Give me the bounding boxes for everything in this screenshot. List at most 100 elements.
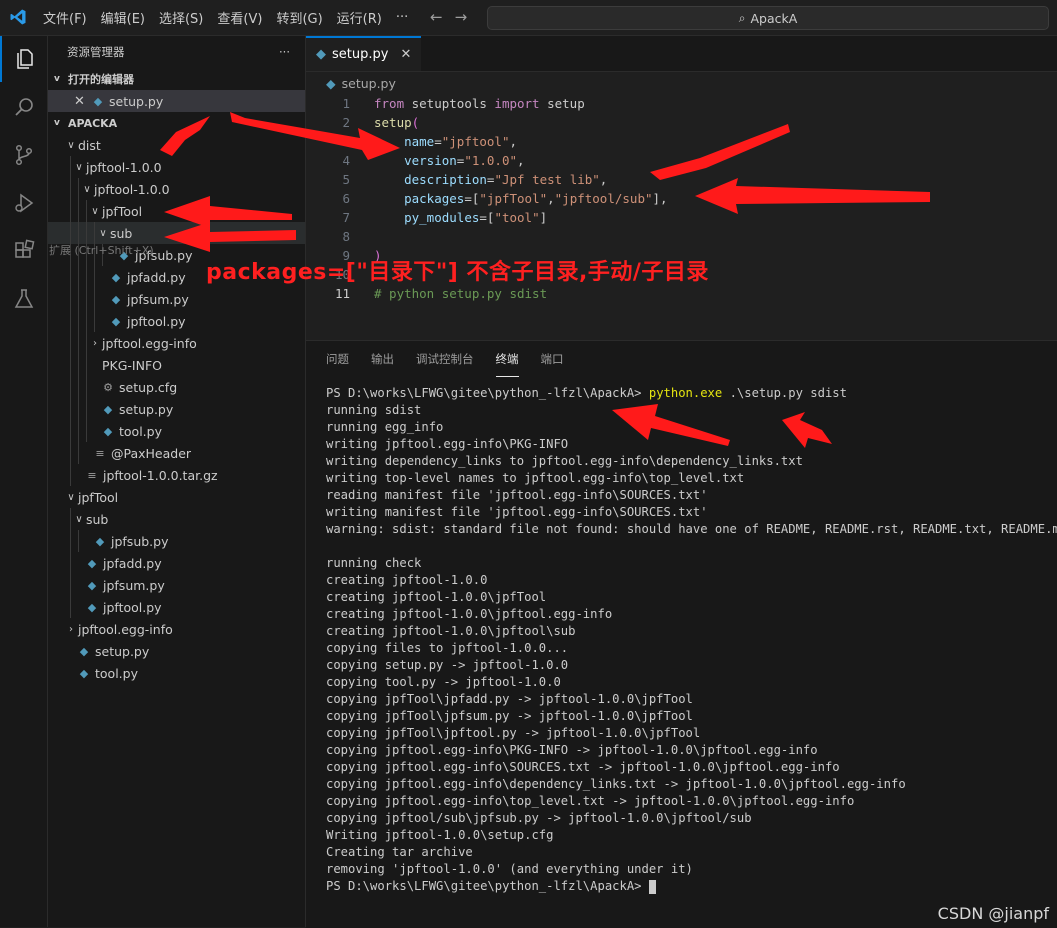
tree-item[interactable]: ∨ sub (48, 222, 305, 244)
tree-item[interactable]: ∨ jpfTool (48, 200, 305, 222)
terminal[interactable]: PS D:\works\LFWG\gitee\python_-lfzl\Apac… (326, 385, 1057, 895)
tree-item-label: @PaxHeader (111, 445, 192, 461)
tree-item[interactable]: ◆ jpftool.py (48, 596, 305, 618)
tree-item-label: jpfadd.py (103, 555, 162, 571)
more-actions-icon[interactable]: ··· (279, 45, 290, 59)
indent-guide (70, 266, 71, 288)
code-token: "jpftool/sub" (554, 191, 653, 206)
source-control-icon[interactable] (0, 132, 47, 178)
editor-tabs: ◆ setup.py ✕ (306, 36, 1057, 72)
tree-item[interactable]: ⚙ setup.cfg (48, 376, 305, 398)
menu-item-5[interactable]: 运行(R) (330, 8, 389, 27)
extensions-icon[interactable] (0, 228, 47, 274)
indent-guide (78, 200, 79, 222)
indent-guide (78, 288, 79, 310)
tree-item[interactable]: ◆ jpfadd.py (48, 552, 305, 574)
hover-tooltip: 扩展 (Ctrl+Shift+X) (49, 244, 154, 257)
terminal-line: writing top-level names to jpftool.egg-i… (326, 471, 745, 485)
annotation-text: packages=["目录下"] 不含子目录,手动/子目录 (206, 260, 709, 285)
tree-item[interactable]: ◆ jpfsum.py (48, 288, 305, 310)
tree-item[interactable]: ◆ setup.py (48, 640, 305, 662)
file-tree: ∨ dist ∨ jpftool-1.0.0 ∨ jpftool-1.0.0 ∨ jpfToo… (48, 134, 305, 684)
tree-item[interactable]: ∨ sub (48, 508, 305, 530)
code-token: from (374, 96, 405, 111)
code-token: "Jpf test lib" (494, 172, 600, 187)
panel-tab-0[interactable]: 问题 (326, 341, 349, 377)
run-debug-icon[interactable] (0, 180, 47, 226)
tree-item[interactable]: ∨ dist (48, 134, 305, 156)
code-token: "1.0.0" (464, 153, 518, 168)
panel-tab-4[interactable]: 端口 (541, 341, 564, 377)
code-line: 6 packages =["jpfTool", "jpftool/sub"], (306, 189, 1057, 208)
indent-guide (86, 288, 87, 310)
indent-guide (70, 398, 71, 420)
search-text: ApackA (750, 10, 798, 26)
python-file-icon: ◆ (316, 47, 326, 62)
indent-guide (70, 552, 71, 574)
tree-item[interactable]: ◆ tool.py (48, 420, 305, 442)
indent-guide (70, 222, 71, 244)
menu-item-2[interactable]: 选择(S) (152, 8, 210, 27)
command-center-search[interactable]: ⌕ ApackA (487, 6, 1049, 30)
indent-guide (86, 354, 87, 376)
tree-item-label: jpfTool (102, 203, 143, 219)
tree-item[interactable]: ≡ jpftool-1.0.0.tar.gz (48, 464, 305, 486)
terminal-line: writing manifest file 'jpftool.egg-info\… (326, 505, 708, 519)
text-file-icon: ≡ (95, 446, 105, 460)
line-number: 11 (334, 286, 350, 301)
code-token: , (547, 191, 555, 206)
search-view-icon[interactable] (0, 84, 47, 130)
panel-tab-2[interactable]: 调试控制台 (416, 341, 474, 377)
indent-guide (70, 332, 71, 354)
breadcrumb-file: setup.py (341, 75, 396, 91)
breadcrumb[interactable]: ◆ setup.py (306, 72, 1057, 94)
gear-icon: ⚙ (103, 380, 113, 394)
code-token: = (486, 172, 495, 187)
back-arrow-icon[interactable]: ← (430, 8, 443, 26)
tree-item-label: dist (78, 137, 101, 153)
terminal-line: warning: sdist: standard file not found:… (326, 522, 1057, 536)
tree-item[interactable]: ◆ jpfsum.py (48, 574, 305, 596)
tab-setup-py[interactable]: ◆ setup.py ✕ (306, 36, 422, 71)
tree-item[interactable]: ◆ setup.py (48, 398, 305, 420)
indent-guide (78, 530, 79, 552)
code-token: name (404, 134, 435, 149)
close-icon[interactable]: ✕ (74, 94, 92, 109)
title-bar: 文件(F) 编辑(E) 选择(S) 查看(V) 转到(G) 运行(R) ··· ← → ⌕ A… (0, 0, 1057, 36)
tree-item[interactable]: › jpftool.egg-info (48, 618, 305, 640)
code-token: =[ (464, 191, 480, 206)
open-editor-item[interactable]: ✕ ◆ setup.py (48, 90, 305, 112)
tree-item[interactable]: PKG-INFO (48, 354, 305, 376)
chevron-right-icon: › (69, 623, 73, 635)
tree-item-label: setup.py (95, 643, 150, 659)
explorer-icon[interactable] (0, 36, 47, 82)
menu-item-6[interactable]: ··· (389, 10, 415, 25)
menu-item-0[interactable]: 文件(F) (36, 8, 94, 27)
tree-item[interactable]: ◆ jpftool.py (48, 310, 305, 332)
explorer-sidebar: 资源管理器 ··· v 打开的编辑器 ✕ ◆ setup.py v APACKA… (48, 36, 306, 927)
panel-tab-1[interactable]: 输出 (371, 341, 394, 377)
tree-item[interactable]: ∨ jpftool-1.0.0 (48, 178, 305, 200)
code-token: setup (374, 115, 412, 130)
project-section[interactable]: v APACKA (48, 112, 305, 134)
close-tab-icon[interactable]: ✕ (400, 47, 411, 62)
indent-guide (70, 354, 71, 376)
python-file-icon: ◆ (326, 75, 336, 91)
panel-tab-3[interactable]: 终端 (495, 341, 519, 377)
tree-item-label: jpftool.py (103, 599, 162, 615)
tree-item[interactable]: › jpftool.egg-info (48, 332, 305, 354)
tree-item[interactable]: ≡ @PaxHeader (48, 442, 305, 464)
tree-item[interactable]: ◆ tool.py (48, 662, 305, 684)
menu-item-3[interactable]: 查看(V) (210, 8, 269, 27)
terminal-line: copying jpftool.egg-info\PKG-INFO -> jpf… (326, 743, 818, 757)
menu-item-4[interactable]: 转到(G) (269, 8, 329, 27)
open-editors-section[interactable]: v 打开的编辑器 (48, 68, 305, 90)
forward-arrow-icon[interactable]: → (455, 8, 468, 26)
menu-item-1[interactable]: 编辑(E) (94, 8, 152, 27)
testing-flask-icon[interactable] (0, 276, 47, 322)
tree-item[interactable]: ∨ jpftool-1.0.0 (48, 156, 305, 178)
tree-item[interactable]: ◆ jpfsub.py (48, 530, 305, 552)
tree-item[interactable]: ∨ jpfTool (48, 486, 305, 508)
indent-guide (70, 596, 71, 618)
